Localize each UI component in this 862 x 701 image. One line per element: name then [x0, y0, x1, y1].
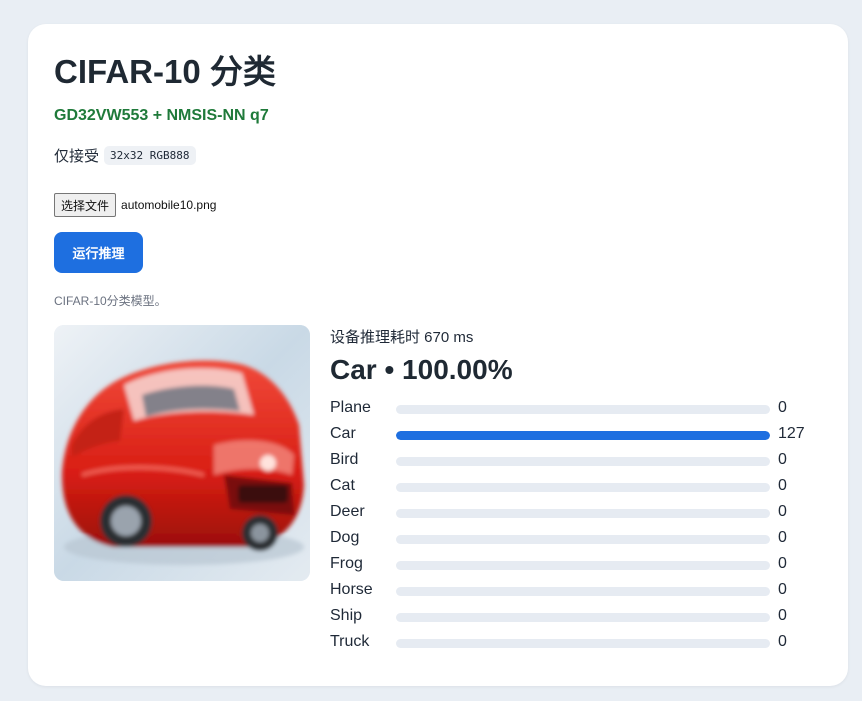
- class-label: Frog: [330, 555, 363, 572]
- class-score-value: 0: [778, 633, 787, 650]
- score-bar-track: [396, 587, 770, 596]
- score-bar-fill: [396, 431, 770, 440]
- board-subtitle: GD32VW553 + NMSIS-NN q7: [54, 107, 269, 124]
- score-bar-track: [396, 639, 770, 648]
- class-label: Plane: [330, 399, 371, 416]
- class-score-value: 0: [778, 529, 787, 546]
- score-bar-track: [396, 431, 770, 440]
- input-image-preview: [54, 325, 310, 581]
- class-score-value: 127: [778, 425, 805, 442]
- class-row: Frog 0: [330, 553, 820, 579]
- class-row: Dog 0: [330, 527, 820, 553]
- score-bar-track: [396, 457, 770, 466]
- score-bar-track: [396, 509, 770, 518]
- car-image-icon: [54, 325, 310, 581]
- class-score-value: 0: [778, 555, 787, 572]
- run-inference-button[interactable]: 运行推理: [54, 232, 143, 273]
- class-score-value: 0: [778, 607, 787, 624]
- class-row: Cat 0: [330, 475, 820, 501]
- main-card: CIFAR-10 分类 GD32VW553 + NMSIS-NN q7 仅接受 …: [28, 24, 848, 686]
- score-bar-track: [396, 535, 770, 544]
- class-row: Truck 0: [330, 631, 820, 657]
- class-label: Ship: [330, 607, 363, 624]
- class-score-value: 0: [778, 451, 787, 468]
- class-row: Deer 0: [330, 501, 820, 527]
- page-title: CIFAR-10 分类: [54, 53, 276, 90]
- class-score-value: 0: [778, 477, 787, 494]
- class-label: Horse: [330, 581, 373, 598]
- input-format-chip: 32x32 RGB888: [104, 146, 196, 165]
- class-label: Car: [330, 425, 356, 442]
- input-spec: 仅接受 32x32 RGB888: [54, 145, 196, 166]
- class-score-list: Plane 0 Car 127 Bird 0 Cat 0 Deer 0 Dog 0 Frog 0 Horse…: [330, 397, 820, 657]
- class-label: Dog: [330, 529, 360, 546]
- class-row: Car 127: [330, 423, 820, 449]
- class-row: Ship 0: [330, 605, 820, 631]
- class-row: Bird 0: [330, 449, 820, 475]
- file-picker: 选择文件 automobile10.png: [54, 193, 216, 217]
- top-prediction: Car • 100.00%: [330, 354, 513, 385]
- class-score-value: 0: [778, 399, 787, 416]
- class-row: Plane 0: [330, 397, 820, 423]
- score-bar-track: [396, 405, 770, 414]
- input-spec-label: 仅接受: [54, 148, 100, 165]
- model-description: CIFAR-10分类模型。: [54, 294, 167, 308]
- selected-file-name: automobile10.png: [121, 198, 217, 212]
- score-bar-track: [396, 561, 770, 570]
- inference-latency: 设备推理耗时 670 ms: [330, 329, 474, 346]
- score-bar-track: [396, 613, 770, 622]
- class-label: Truck: [330, 633, 370, 650]
- class-label: Deer: [330, 503, 365, 520]
- choose-file-button[interactable]: 选择文件: [54, 193, 117, 217]
- class-score-value: 0: [778, 503, 787, 520]
- class-score-value: 0: [778, 581, 787, 598]
- class-row: Horse 0: [330, 579, 820, 605]
- score-bar-track: [396, 483, 770, 492]
- class-label: Bird: [330, 451, 359, 468]
- class-label: Cat: [330, 477, 355, 494]
